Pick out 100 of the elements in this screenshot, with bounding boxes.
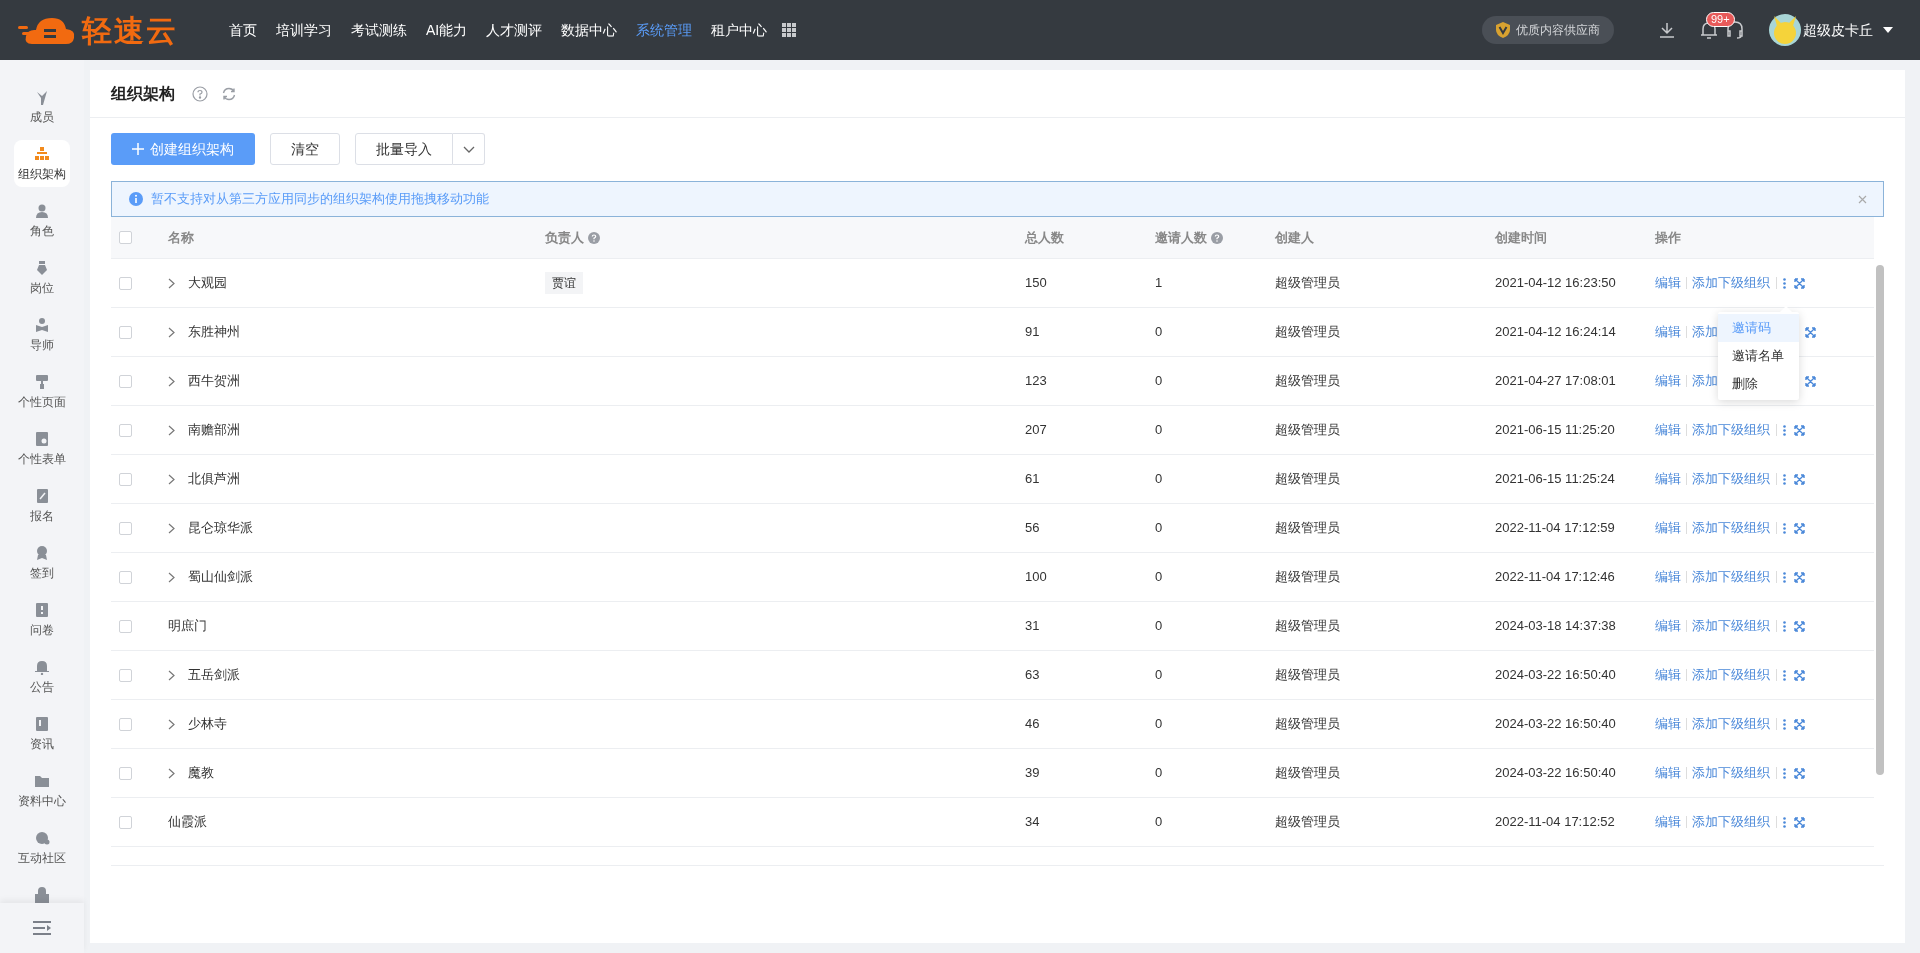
table-cell: 0 (1155, 422, 1163, 438)
table-cell-text: 仙霞派 (168, 813, 207, 832)
table-row[interactable]: 明庶门 31 0 超级管理员 2024-03-18 14:37:38 编辑 添加下级组织 (111, 602, 1874, 651)
table-cell: 39 (1025, 765, 1040, 781)
sidebar-item[interactable]: 岗位 (14, 254, 70, 301)
table-cell: 0 (1155, 814, 1163, 830)
sidebar-item[interactable]: 报名 (14, 482, 70, 529)
edit-link[interactable]: 编辑 (1655, 420, 1681, 440)
table-cell: 91 (1025, 324, 1040, 340)
user-name[interactable]: 超级皮卡丘 (1803, 19, 1873, 41)
table-cell-text: 东胜神州 (188, 323, 240, 342)
table-cell: 超级管理员 (1275, 324, 1340, 340)
table-cell: 46 (1025, 716, 1040, 732)
table-row[interactable]: 北俱芦洲 61 0 超级管理员 2021-06-15 11:25:24 编辑 添加下级组织 (111, 455, 1874, 504)
table-cell: 31 (1025, 618, 1040, 634)
sidebar-item[interactable]: 签到 (14, 539, 70, 586)
add-sub-org-link[interactable]: 添加下级组织 (1692, 812, 1770, 832)
table-cell: 0 (1155, 667, 1163, 683)
edit-link[interactable]: 编辑 (1655, 371, 1681, 391)
sidebar-item[interactable]: 个性页面 (14, 368, 70, 415)
table-cell: 超级管理员 (1275, 716, 1340, 732)
sidebar-item[interactable]: 角色 (14, 197, 70, 244)
add-sub-org-link[interactable]: 添加下级组织 (1692, 665, 1770, 685)
add-sub-org-link[interactable]: 添加下级组织 (1692, 616, 1770, 636)
table-row[interactable]: 南赡部洲 207 0 超级管理员 2021-06-15 11:25:20 编辑 添加下级组织 (111, 406, 1874, 455)
table-cell: 2024-03-22 16:50:40 (1495, 716, 1616, 732)
edit-link[interactable]: 编辑 (1655, 763, 1681, 783)
sidebar-item[interactable]: 互动社区 (14, 824, 70, 871)
menu-item[interactable]: 删除 (1718, 370, 1799, 398)
table-cell: 0 (1155, 618, 1163, 634)
vendor-badge[interactable]: 优质内容供应商 (1482, 16, 1614, 44)
add-sub-org-link[interactable]: 添加 (1692, 371, 1718, 391)
nav-item[interactable]: 系统管理 (636, 19, 693, 41)
nav-item[interactable]: 人才测评 (486, 19, 543, 41)
edit-link[interactable]: 编辑 (1655, 714, 1681, 734)
table-cell: 2021-04-27 17:08:01 (1495, 373, 1616, 389)
table-cell: 0 (1155, 520, 1163, 536)
table-cell-text: 西牛贺洲 (188, 372, 240, 391)
sidebar-item[interactable]: 组织架构 (14, 140, 70, 187)
table-cell: 2024-03-22 16:50:40 (1495, 667, 1616, 683)
edit-link[interactable]: 编辑 (1655, 567, 1681, 587)
add-sub-org-link[interactable]: 添加下级组织 (1692, 714, 1770, 734)
column-header: 邀请人数 (1155, 228, 1207, 247)
owner-tag: 贾谊 (545, 272, 583, 294)
table-cell: 2021-04-12 16:23:50 (1495, 275, 1616, 291)
nav-item[interactable]: 数据中心 (561, 19, 618, 41)
sidebar-item[interactable]: 资料中心 (14, 767, 70, 814)
table-cell: 0 (1155, 569, 1163, 585)
table-cell-text: 大观园 (188, 274, 227, 293)
sidebar-item[interactable]: 个性表单 (14, 425, 70, 472)
table-row[interactable]: 五岳剑派 63 0 超级管理员 2024-03-22 16:50:40 编辑 添加下级组织 (111, 651, 1874, 700)
table-cell: 超级管理员 (1275, 667, 1340, 683)
notification-badge: 99+ (1706, 12, 1735, 27)
table-row[interactable]: 昆仑琼华派 56 0 超级管理员 2022-11-04 17:12:59 编辑 添加下级组织 (111, 504, 1874, 553)
add-sub-org-link[interactable]: 添加下级组织 (1692, 420, 1770, 440)
nav-item[interactable]: 租户中心 (711, 19, 768, 41)
add-sub-org-link[interactable]: 添加下级组织 (1692, 273, 1770, 293)
table-cell: 0 (1155, 765, 1163, 781)
edit-link[interactable]: 编辑 (1655, 518, 1681, 538)
nav-item[interactable]: AI能力 (426, 19, 468, 41)
sidebar-item[interactable]: 成员 (14, 83, 70, 130)
edit-link[interactable]: 编辑 (1655, 616, 1681, 636)
table-cell: 超级管理员 (1275, 618, 1340, 634)
table-cell: 0 (1155, 471, 1163, 487)
table-cell: 34 (1025, 814, 1040, 830)
add-sub-org-link[interactable]: 添加 (1692, 322, 1718, 342)
edit-link[interactable]: 编辑 (1655, 469, 1681, 489)
sidebar-item[interactable]: 公告 (14, 653, 70, 700)
table-row[interactable]: 蜀山仙剑派 100 0 超级管理员 2022-11-04 17:12:46 编辑 添加下级组织 (111, 553, 1874, 602)
table-row[interactable]: 魔教 39 0 超级管理员 2024-03-22 16:50:40 编辑 添加下级组织 (111, 749, 1874, 798)
sidebar-item[interactable]: 资讯 (14, 710, 70, 757)
table-cell: 150 (1025, 275, 1047, 291)
alert-text: 暂不支持对从第三方应用同步的组织架构使用拖拽移动功能 (151, 190, 490, 209)
nav-item[interactable]: 培训学习 (276, 19, 332, 41)
table-cell: 超级管理员 (1275, 471, 1340, 487)
table-cell-text: 少林寺 (188, 715, 227, 734)
add-sub-org-link[interactable]: 添加下级组织 (1692, 469, 1770, 489)
table-cell: 0 (1155, 324, 1163, 340)
edit-link[interactable]: 编辑 (1655, 812, 1681, 832)
add-sub-org-link[interactable]: 添加下级组织 (1692, 518, 1770, 538)
table-cell: 超级管理员 (1275, 765, 1340, 781)
import-button[interactable]: 批量导入 (355, 133, 453, 165)
table-cell: 超级管理员 (1275, 569, 1340, 585)
table-row[interactable]: 少林寺 46 0 超级管理员 2024-03-22 16:50:40 编辑 添加下级组织 (111, 700, 1874, 749)
table-row[interactable]: 大观园 贾谊 150 1 超级管理员 2021-04-12 16:23:50 编辑 添加下级组织 (111, 259, 1874, 308)
nav-item[interactable]: 首页 (229, 19, 257, 41)
table-cell-text: 昆仑琼华派 (188, 519, 253, 538)
table-cell: 56 (1025, 520, 1040, 536)
edit-link[interactable]: 编辑 (1655, 322, 1681, 342)
edit-link[interactable]: 编辑 (1655, 665, 1681, 685)
add-sub-org-link[interactable]: 添加下级组织 (1692, 763, 1770, 783)
add-sub-org-link[interactable]: 添加下级组织 (1692, 567, 1770, 587)
sidebar-item[interactable]: 导师 (14, 311, 70, 358)
table-row[interactable]: 仙霞派 34 0 超级管理员 2022-11-04 17:12:52 编辑 添加下级组织 (111, 798, 1874, 847)
nav-item[interactable]: 考试测练 (351, 19, 407, 41)
table-cell: 2022-11-04 17:12:52 (1495, 814, 1615, 830)
clear-button[interactable]: 清空 (270, 133, 340, 165)
table-cell: 超级管理员 (1275, 814, 1340, 830)
sidebar-item[interactable]: 问卷 (14, 596, 70, 643)
edit-link[interactable]: 编辑 (1655, 273, 1681, 293)
